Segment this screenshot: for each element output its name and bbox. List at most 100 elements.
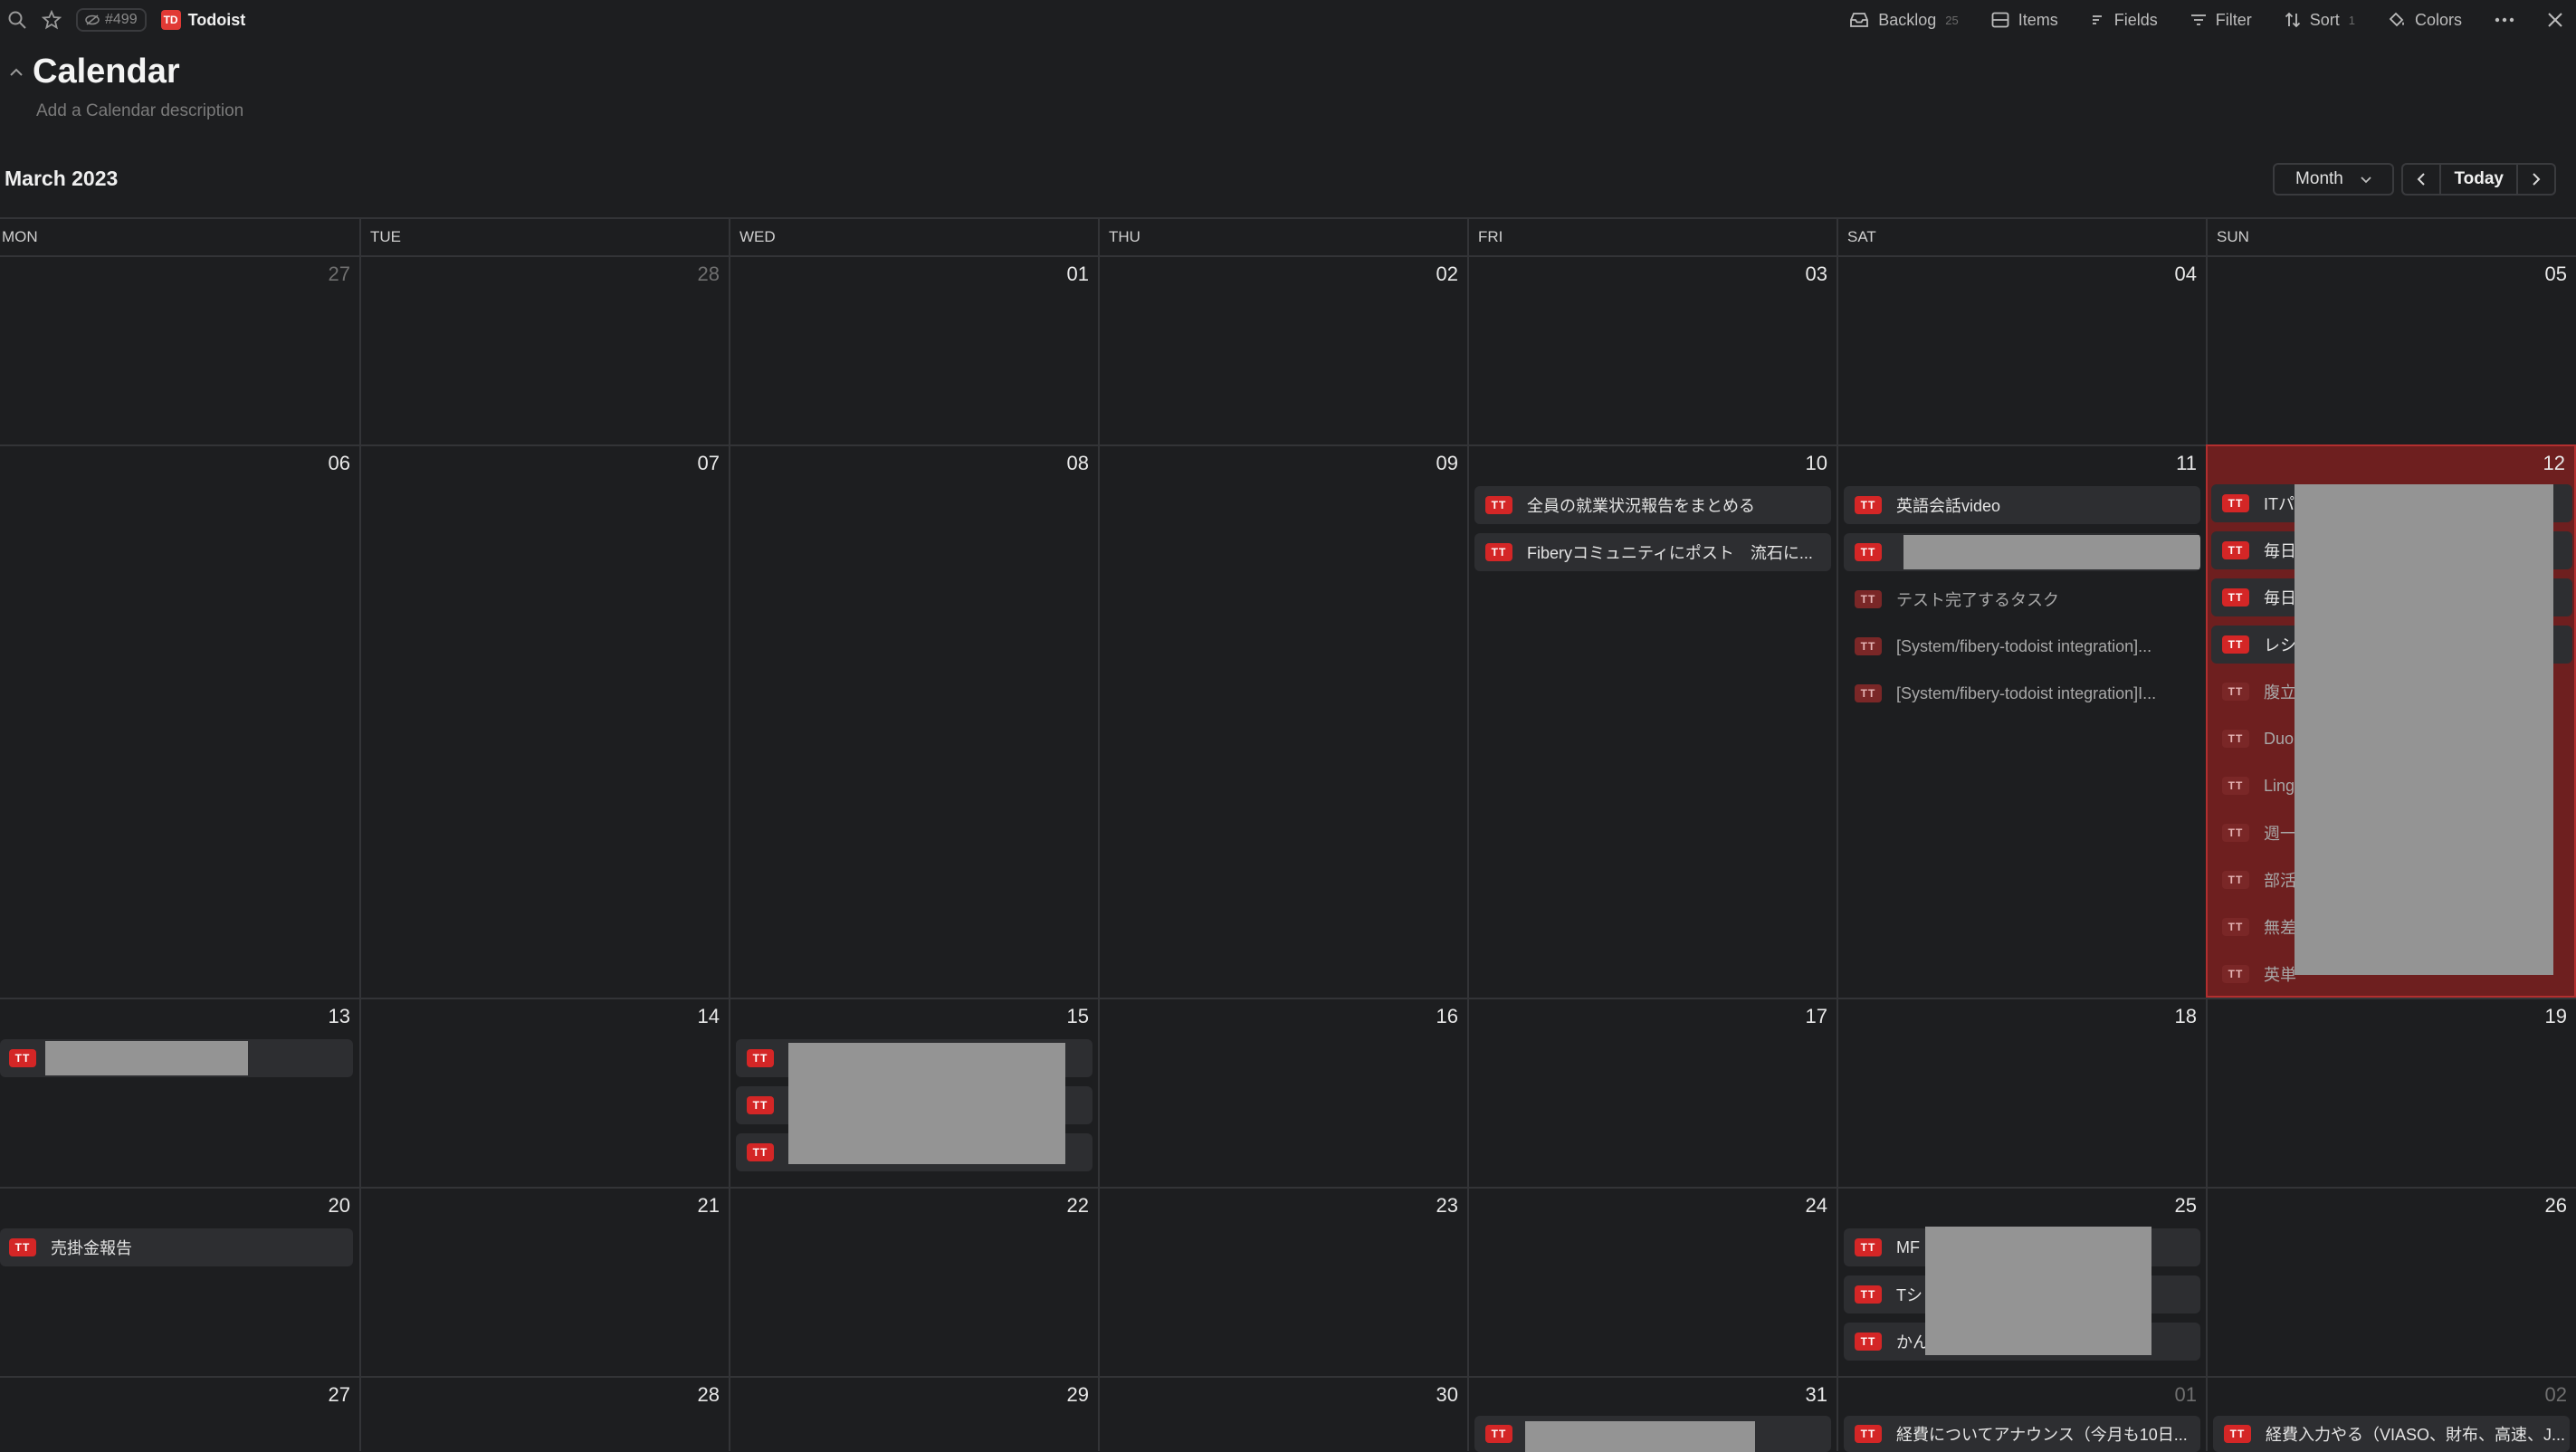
day-cell[interactable]: 02 xyxy=(1098,255,1467,444)
day-cell[interactable]: 01 TT 経費についてアナウンス（今月も10日... xyxy=(1837,1376,2206,1452)
day-cell[interactable]: 28 xyxy=(359,1376,729,1451)
event-title: 経費入力やる（VIASO、財布、高速、J... xyxy=(2266,1426,2566,1444)
day-cell[interactable]: 25 TT MF TT Tシ TT かん xyxy=(1837,1187,2206,1376)
day-cell[interactable]: 27 xyxy=(0,255,359,444)
day-cell[interactable]: 26 xyxy=(2206,1187,2576,1376)
chevron-up-icon[interactable] xyxy=(9,67,24,78)
todoist-badge: TT xyxy=(1855,637,1882,655)
filter-button[interactable]: Filter xyxy=(2190,11,2252,30)
day-cell[interactable]: 15 TT TT TT xyxy=(729,998,1098,1187)
day-cell[interactable]: 28 xyxy=(359,255,729,444)
day-number: 22 xyxy=(1066,1194,1089,1217)
day-cell[interactable]: 09 xyxy=(1098,444,1467,998)
day-number: 02 xyxy=(1436,263,1458,285)
day-cell[interactable]: 29 xyxy=(729,1376,1098,1451)
day-cell[interactable]: 19 xyxy=(2206,998,2576,1187)
day-cell[interactable]: 08 xyxy=(729,444,1098,998)
day-cell[interactable]: 02 TT 経費入力やる（VIASO、財布、高速、J... xyxy=(2206,1376,2576,1452)
day-cell[interactable]: 30 xyxy=(1098,1376,1467,1451)
close-icon[interactable] xyxy=(2547,12,2563,28)
day-cell[interactable]: 18 xyxy=(1837,998,2206,1187)
day-cell[interactable]: 16 xyxy=(1098,998,1467,1187)
event-title: 英単 xyxy=(2264,966,2296,984)
description-placeholder[interactable]: Add a Calendar description xyxy=(36,101,243,121)
event-item[interactable]: TT 英語会話video xyxy=(1844,486,2200,524)
todoist-badge: TT xyxy=(2222,635,2249,654)
page-title: Calendar xyxy=(33,53,180,91)
more-options-icon[interactable] xyxy=(2495,17,2514,23)
chevron-down-icon xyxy=(2361,177,2371,184)
day-cell[interactable]: 14 xyxy=(359,998,729,1187)
day-cell[interactable]: 24 xyxy=(1467,1187,1837,1376)
event-item[interactable]: TT xyxy=(1844,533,2200,571)
calendar-controls: Month Today xyxy=(2273,161,2556,197)
day-number: 05 xyxy=(2544,263,2567,285)
event-title: 毎日 xyxy=(2264,542,2296,560)
day-cell[interactable]: 22 xyxy=(729,1187,1098,1376)
day-cell-today[interactable]: 12 TT ITパ TT 毎日 TT 毎日 TT レシ TT 腹立 TT Duo TT Lin… xyxy=(2206,444,2576,998)
event-item[interactable]: TT xyxy=(1474,1416,1831,1452)
event-item[interactable]: TT 経費についてアナウンス（今月も10日... xyxy=(1844,1416,2200,1452)
app-breadcrumb[interactable]: TD Todoist xyxy=(160,10,246,30)
day-cell[interactable]: 17 xyxy=(1467,998,1837,1187)
items-label: Items xyxy=(2018,10,2058,29)
fields-button[interactable]: Fields xyxy=(2091,11,2158,30)
day-number: 16 xyxy=(1436,1005,1458,1027)
view-count-text: #499 xyxy=(105,12,138,27)
redacted-block xyxy=(1903,535,2200,569)
day-cell[interactable]: 10 TT 全員の就業状況報告をまとめる TT Fiberyコミュニティにポスト… xyxy=(1467,444,1837,998)
day-number: 17 xyxy=(1805,1005,1827,1027)
todoist-badge: TT xyxy=(2222,588,2249,607)
day-cell[interactable]: 27 xyxy=(0,1376,359,1451)
backlog-button[interactable]: Backlog 25 xyxy=(1849,11,1959,30)
view-count-badge[interactable]: #499 xyxy=(76,8,147,32)
star-icon[interactable] xyxy=(42,10,62,30)
todoist-badge: TT xyxy=(2222,683,2249,701)
event-title: 腹立 xyxy=(2264,683,2296,702)
next-month-button[interactable] xyxy=(2518,165,2554,194)
day-cell[interactable]: 23 xyxy=(1098,1187,1467,1376)
inbox-icon xyxy=(1850,13,1869,27)
event-title: かん xyxy=(1896,1333,1929,1352)
day-cell[interactable]: 20 TT 売掛金報告 xyxy=(0,1187,359,1376)
event-item[interactable]: TT Fiberyコミュニティにポスト 流石に... xyxy=(1474,533,1831,571)
event-title: 売掛金報告 xyxy=(51,1239,132,1257)
day-number: 23 xyxy=(1436,1194,1458,1217)
event-item-completed[interactable]: TT テスト完了するタスク xyxy=(1844,580,2200,618)
toolbar-left: #499 TD Todoist xyxy=(7,5,245,34)
items-button[interactable]: Items xyxy=(1991,11,2058,30)
event-title: 週一 xyxy=(2264,825,2296,843)
day-number: 14 xyxy=(697,1005,720,1027)
day-cell[interactable]: 13 TT xyxy=(0,998,359,1187)
today-button[interactable]: Today xyxy=(2439,165,2518,194)
event-item-completed[interactable]: TT [System/fibery-todoist integration]I.… xyxy=(1844,674,2200,712)
day-number: 27 xyxy=(328,1383,350,1406)
colors-button[interactable]: Colors xyxy=(2388,11,2462,30)
weekday-thu: THU xyxy=(1098,219,1467,255)
day-cell[interactable]: 03 xyxy=(1467,255,1837,444)
day-cell[interactable]: 21 xyxy=(359,1187,729,1376)
event-item[interactable]: TT 売掛金報告 xyxy=(0,1228,353,1266)
day-cell[interactable]: 01 xyxy=(729,255,1098,444)
event-item[interactable]: TT xyxy=(0,1039,353,1077)
day-cell[interactable]: 05 xyxy=(2206,255,2576,444)
day-cell[interactable]: 04 xyxy=(1837,255,2206,444)
event-item-completed[interactable]: TT [System/fibery-todoist integration]..… xyxy=(1844,627,2200,665)
sort-button[interactable]: Sort 1 xyxy=(2285,11,2355,30)
event-title: 毎日 xyxy=(2264,589,2296,607)
event-item[interactable]: TT 全員の就業状況報告をまとめる xyxy=(1474,486,1831,524)
view-mode-select[interactable]: Month xyxy=(2273,163,2395,196)
event-title: 経費についてアナウンス（今月も10日... xyxy=(1896,1426,2188,1444)
previous-month-button[interactable] xyxy=(2403,165,2439,194)
day-number: 04 xyxy=(2174,263,2197,285)
app-name: Todoist xyxy=(187,10,246,29)
search-icon[interactable] xyxy=(7,10,27,30)
todoist-badge: TT xyxy=(2222,871,2249,889)
filter-icon xyxy=(2190,14,2206,25)
event-item[interactable]: TT 経費入力やる（VIASO、財布、高速、J... xyxy=(2213,1416,2570,1452)
day-cell[interactable]: 06 xyxy=(0,444,359,998)
day-cell[interactable]: 31 TT xyxy=(1467,1376,1837,1452)
day-cell[interactable]: 07 xyxy=(359,444,729,998)
day-cell[interactable]: 11 TT 英語会話video TT TT テスト完了するタスク TT [Sys… xyxy=(1837,444,2206,998)
redacted-block xyxy=(2295,484,2553,975)
